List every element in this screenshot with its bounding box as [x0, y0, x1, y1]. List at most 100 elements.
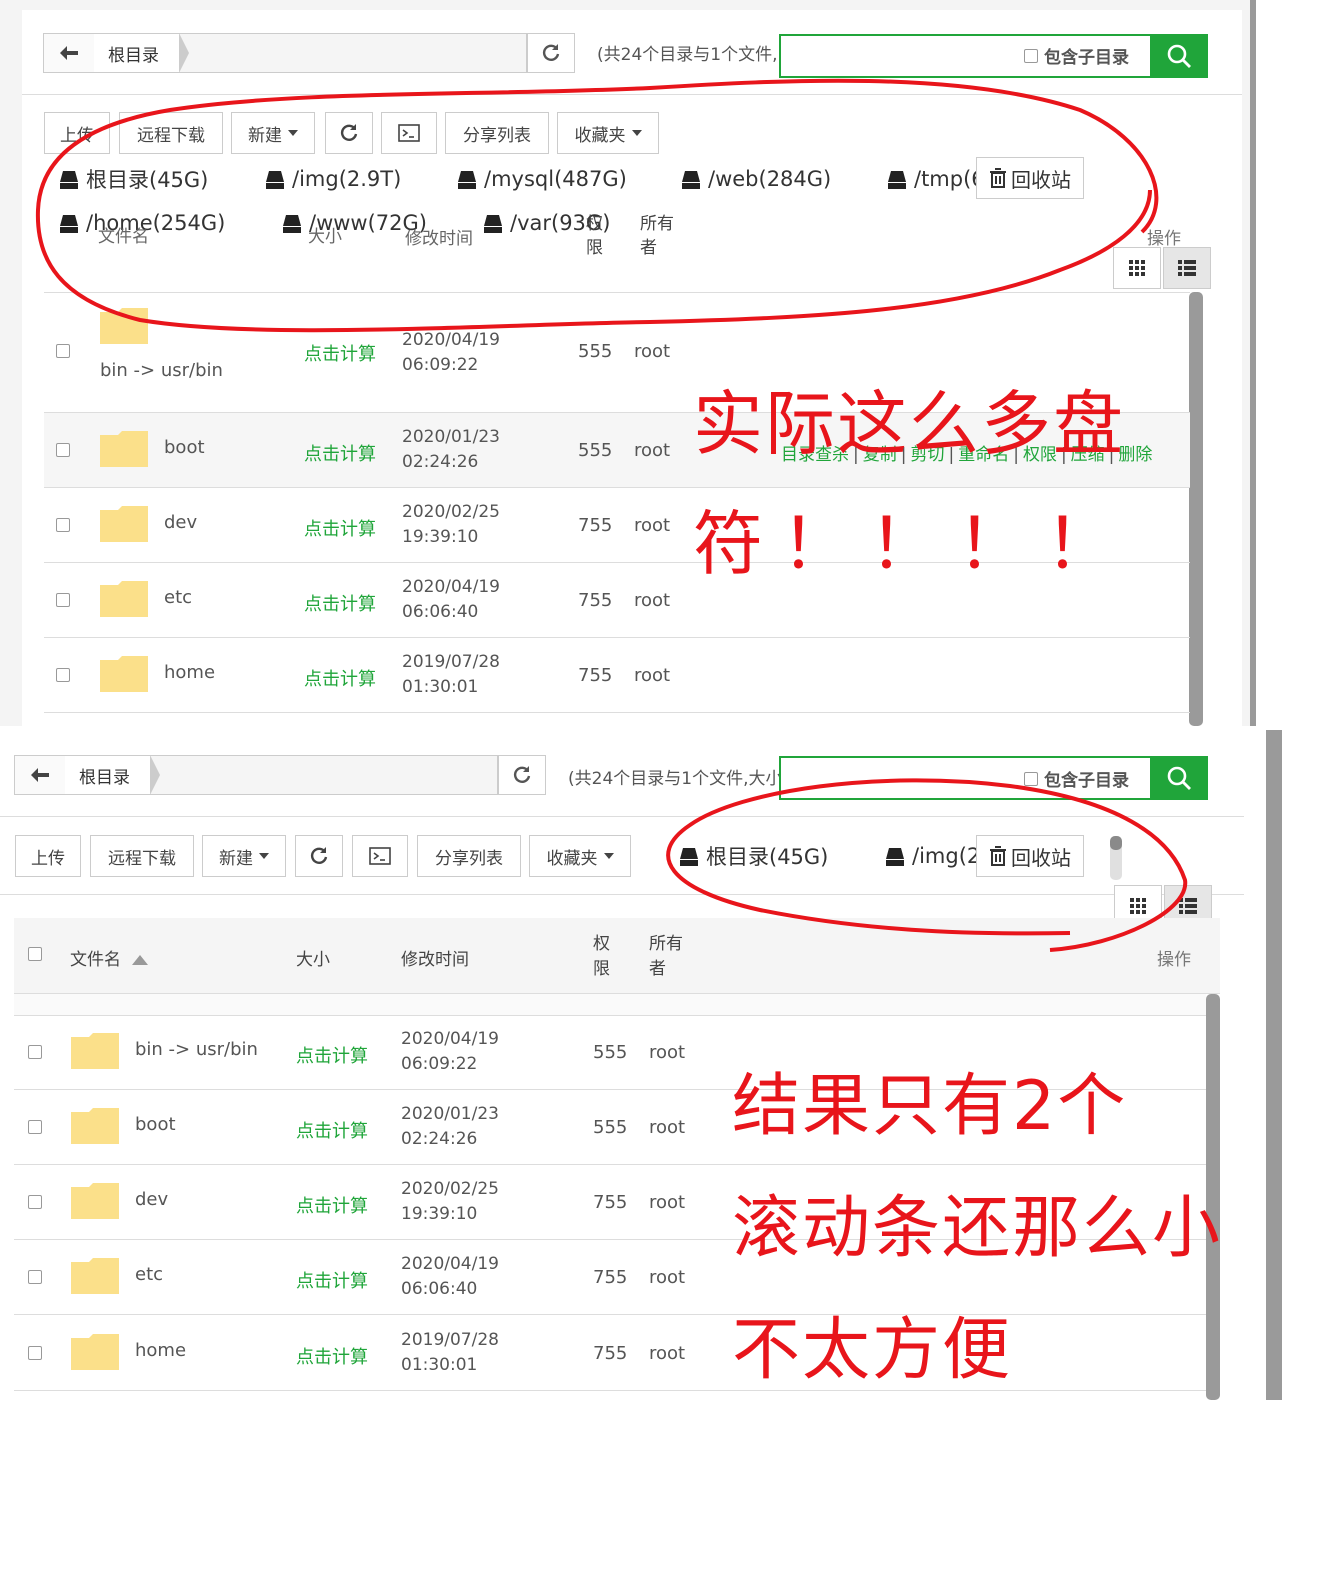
permission[interactable]: 555	[578, 440, 612, 461]
terminal-button[interactable]	[381, 112, 437, 154]
file-name[interactable]: boot	[135, 1114, 176, 1135]
breadcrumb-root[interactable]: 根目录	[65, 755, 160, 795]
calc-size-link[interactable]: 点击计算	[296, 1343, 368, 1369]
table-row[interactable]: home 点击计算 2019/07/28 01:30:01 755 root	[44, 638, 1190, 713]
permission[interactable]: 555	[578, 341, 612, 362]
favorites-label: 收藏夹	[546, 848, 598, 869]
calc-size-link[interactable]: 点击计算	[296, 1117, 368, 1143]
new-dropdown[interactable]: 新建	[202, 835, 286, 877]
include-subdir-checkbox[interactable]	[1024, 48, 1038, 63]
modified-date: 2019/07/28	[401, 1330, 499, 1350]
refresh-path-button[interactable]	[527, 33, 575, 73]
refresh-list-button[interactable]	[295, 835, 343, 877]
calc-size-link[interactable]: 点击计算	[296, 1192, 368, 1218]
grid-view-button[interactable]	[1113, 247, 1161, 289]
search-button[interactable]	[1150, 34, 1208, 78]
remote-download-button[interactable]: 远程下载	[119, 112, 223, 154]
column-header-size[interactable]: 大小	[308, 222, 342, 247]
include-subdir-toggle[interactable]: 包含子目录	[1024, 766, 1129, 791]
disk-list-scroll-thumb[interactable]	[1110, 836, 1122, 850]
upload-button[interactable]: 上传	[15, 835, 81, 877]
row-checkbox[interactable]	[28, 1045, 42, 1059]
recycle-bin-button[interactable]: 回收站	[976, 157, 1084, 199]
file-name[interactable]: etc	[135, 1264, 163, 1285]
list-scrollbar[interactable]	[1189, 292, 1203, 726]
calc-size-link[interactable]: 点击计算	[304, 440, 376, 466]
share-list-button[interactable]: 分享列表	[417, 835, 521, 877]
permission[interactable]: 755	[578, 590, 612, 611]
recycle-bin-button[interactable]: 回收站	[976, 835, 1084, 877]
disk-img[interactable]: /img(2.9T)	[266, 159, 401, 199]
refresh-path-button[interactable]	[498, 755, 546, 795]
calc-size-link[interactable]: 点击计算	[304, 590, 376, 616]
back-button[interactable]	[44, 34, 95, 72]
column-header-name[interactable]: 文件名	[98, 222, 149, 247]
path-bar[interactable]: 根目录	[43, 33, 527, 73]
calc-size-link[interactable]: 点击计算	[296, 1267, 368, 1293]
permission[interactable]: 555	[593, 1042, 627, 1063]
disk-mysql[interactable]: /mysql(487G)	[458, 159, 627, 199]
permission[interactable]: 555	[593, 1117, 627, 1138]
column-header-mtime[interactable]: 修改时间	[401, 945, 469, 970]
favorites-label: 收藏夹	[574, 125, 626, 146]
row-checkbox[interactable]	[56, 593, 70, 607]
calc-size-link[interactable]: 点击计算	[304, 340, 376, 366]
permission[interactable]: 755	[593, 1343, 627, 1364]
column-header-size[interactable]: 大小	[296, 945, 330, 970]
search-button[interactable]	[1150, 756, 1208, 800]
file-name[interactable]: home	[164, 662, 215, 683]
include-subdir-toggle[interactable]: 包含子目录	[1024, 43, 1129, 68]
row-checkbox[interactable]	[56, 344, 70, 358]
select-all-checkbox[interactable]	[28, 947, 42, 961]
file-name[interactable]: bin -> usr/bin	[100, 360, 223, 381]
row-checkbox[interactable]	[28, 1120, 42, 1134]
permission[interactable]: 755	[578, 665, 612, 686]
caret-down-icon	[631, 130, 642, 136]
breadcrumb-root[interactable]: 根目录	[94, 33, 189, 73]
favorites-dropdown[interactable]: 收藏夹	[557, 112, 659, 154]
row-checkbox[interactable]	[56, 518, 70, 532]
favorites-dropdown[interactable]: 收藏夹	[529, 835, 631, 877]
remote-download-button[interactable]: 远程下载	[90, 835, 194, 877]
file-name[interactable]: etc	[164, 587, 192, 608]
calc-size-link[interactable]: 点击计算	[296, 1042, 368, 1068]
file-name[interactable]: home	[135, 1340, 186, 1361]
calc-size-link[interactable]: 点击计算	[304, 665, 376, 691]
new-dropdown[interactable]: 新建	[231, 112, 315, 154]
folder-icon	[100, 581, 148, 617]
annotation-only-two: 结果只有2个	[732, 1067, 1128, 1146]
hard-drive-icon	[682, 171, 700, 189]
share-list-button[interactable]: 分享列表	[445, 112, 549, 154]
permission[interactable]: 755	[578, 515, 612, 536]
include-subdir-checkbox[interactable]	[1024, 771, 1038, 786]
column-header-owner[interactable]: 所有者	[640, 212, 676, 260]
disk-web[interactable]: /web(284G)	[682, 159, 831, 199]
file-name[interactable]: bin -> usr/bin	[135, 1039, 258, 1060]
column-header-name[interactable]: 文件名	[70, 945, 149, 970]
row-checkbox[interactable]	[28, 1195, 42, 1209]
file-name[interactable]: dev	[135, 1189, 168, 1210]
file-name[interactable]: boot	[164, 437, 205, 458]
terminal-icon	[369, 847, 391, 865]
upload-button[interactable]: 上传	[44, 112, 110, 154]
terminal-button[interactable]	[352, 835, 408, 877]
file-name[interactable]: dev	[164, 512, 197, 533]
calc-size-link[interactable]: 点击计算	[304, 515, 376, 541]
column-header-mtime[interactable]: 修改时间	[405, 224, 473, 249]
row-checkbox[interactable]	[28, 1270, 42, 1284]
table-row[interactable]: home 点击计算 2019/07/28 01:30:01 755 root	[14, 1316, 1206, 1391]
back-button[interactable]	[15, 756, 66, 794]
column-header-perm[interactable]: 权限	[593, 932, 613, 982]
disk-root[interactable]: 根目录(45G)	[60, 159, 208, 199]
row-checkbox[interactable]	[56, 443, 70, 457]
column-header-perm[interactable]: 权限	[586, 212, 606, 260]
permission[interactable]: 755	[593, 1267, 627, 1288]
refresh-list-button[interactable]	[325, 112, 373, 154]
row-checkbox[interactable]	[56, 668, 70, 682]
path-bar[interactable]: 根目录	[14, 755, 498, 795]
column-header-owner[interactable]: 所有者	[649, 932, 685, 982]
list-view-button[interactable]	[1163, 247, 1211, 289]
permission[interactable]: 755	[593, 1192, 627, 1213]
row-checkbox[interactable]	[28, 1346, 42, 1360]
disk-root[interactable]: 根目录(45G)	[680, 836, 828, 876]
